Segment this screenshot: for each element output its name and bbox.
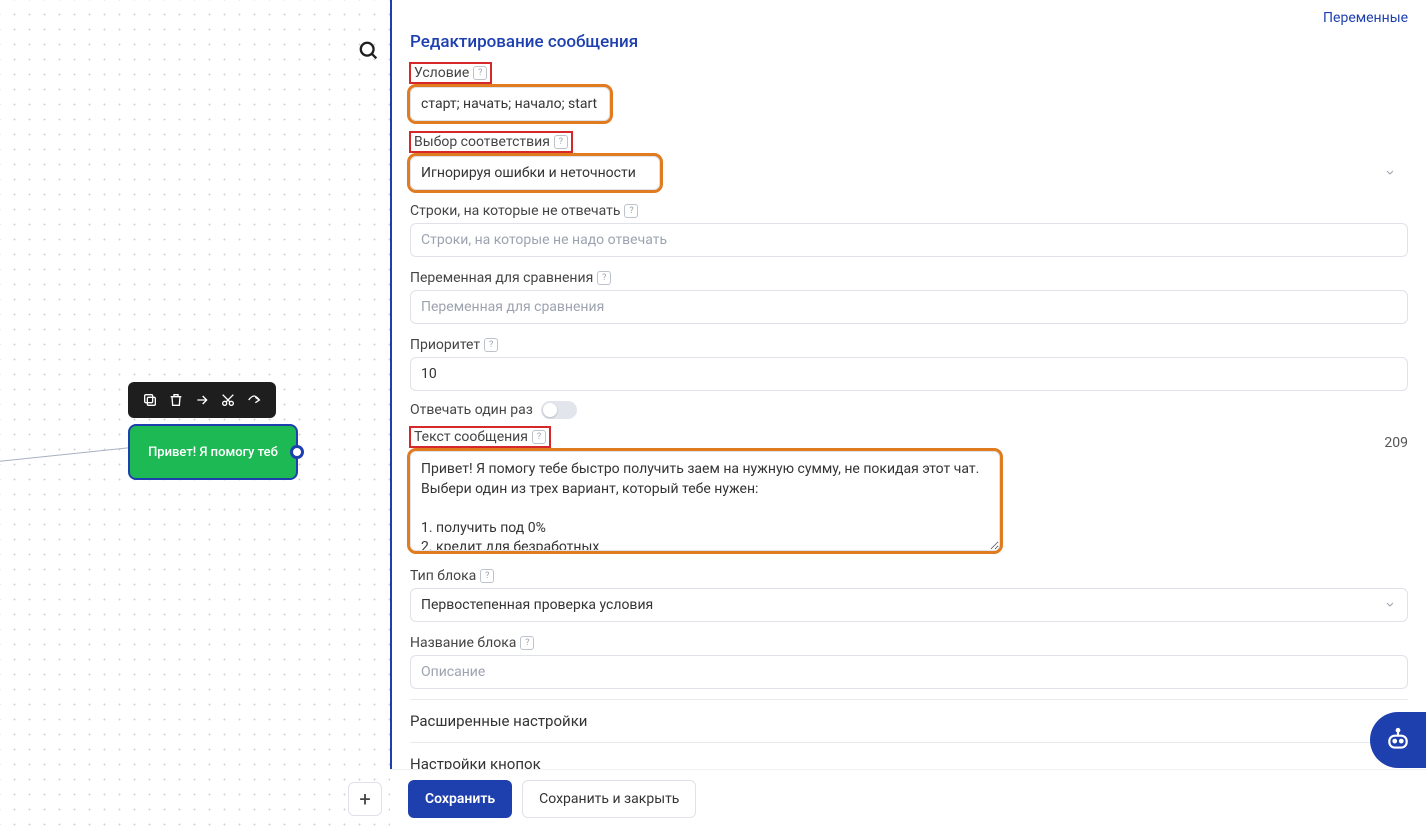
help-icon[interactable]: ? — [473, 66, 487, 80]
share-icon[interactable] — [242, 388, 266, 412]
save-close-button[interactable]: Сохранить и закрыть — [522, 780, 696, 818]
cut-icon[interactable] — [216, 388, 240, 412]
panel-title: Редактирование сообщения — [410, 32, 1408, 52]
node-label: Привет! Я помогу теб — [148, 445, 278, 460]
help-icon[interactable]: ? — [624, 204, 638, 218]
condition-input[interactable] — [410, 87, 610, 121]
node-output-port[interactable] — [290, 445, 304, 459]
panel-footer: Сохранить Сохранить и закрыть — [390, 769, 1426, 828]
ignore-lines-label: Строки, на которые не отвечать? — [410, 203, 638, 219]
priority-label: Приоритет? — [410, 337, 498, 353]
condition-label: Условие? — [410, 63, 491, 83]
save-button[interactable]: Сохранить — [408, 780, 512, 818]
message-node[interactable]: Привет! Я помогу теб — [128, 424, 298, 480]
match-select-visible[interactable]: Игнорируя ошибки и неточности — [410, 156, 660, 190]
node-toolbar — [128, 382, 276, 418]
edit-panel: Переменные Редактирование сообщения Усло… — [390, 0, 1426, 828]
answer-once-label: Отвечать один раз — [410, 402, 533, 418]
ignore-lines-input[interactable] — [410, 223, 1408, 257]
chatbot-fab[interactable] — [1370, 712, 1426, 768]
help-icon[interactable]: ? — [484, 338, 498, 352]
message-text-label: Текст сообщения? — [410, 427, 550, 447]
message-text-input[interactable] — [410, 451, 1000, 551]
copy-icon[interactable] — [138, 388, 162, 412]
block-name-input[interactable] — [410, 655, 1408, 689]
arrow-right-icon[interactable] — [190, 388, 214, 412]
add-button[interactable]: + — [348, 782, 382, 816]
help-icon[interactable]: ? — [480, 569, 494, 583]
help-icon[interactable]: ? — [597, 271, 611, 285]
block-type-select[interactable]: Первостепенная проверка условия — [410, 588, 1408, 622]
trash-icon[interactable] — [164, 388, 188, 412]
compare-var-input[interactable] — [410, 290, 1408, 324]
advanced-section-label: Расширенные настройки — [410, 712, 587, 730]
help-icon[interactable]: ? — [520, 636, 534, 650]
compare-var-label: Переменная для сравнения? — [410, 270, 611, 286]
chevron-down-icon — [1384, 164, 1396, 183]
block-type-label: Тип блока? — [410, 568, 494, 584]
search-icon[interactable] — [358, 40, 382, 64]
char-counter: 209 — [1384, 435, 1408, 451]
help-icon[interactable]: ? — [532, 430, 546, 444]
block-name-label: Название блока? — [410, 635, 534, 651]
match-label: Выбор соответствия? — [410, 132, 572, 152]
help-icon[interactable]: ? — [554, 135, 568, 149]
advanced-section[interactable]: Расширенные настройки — [410, 699, 1408, 742]
answer-once-toggle[interactable] — [541, 401, 577, 419]
priority-input[interactable] — [410, 357, 1408, 391]
connection-line — [0, 447, 134, 466]
variables-link[interactable]: Переменные — [1323, 10, 1408, 26]
